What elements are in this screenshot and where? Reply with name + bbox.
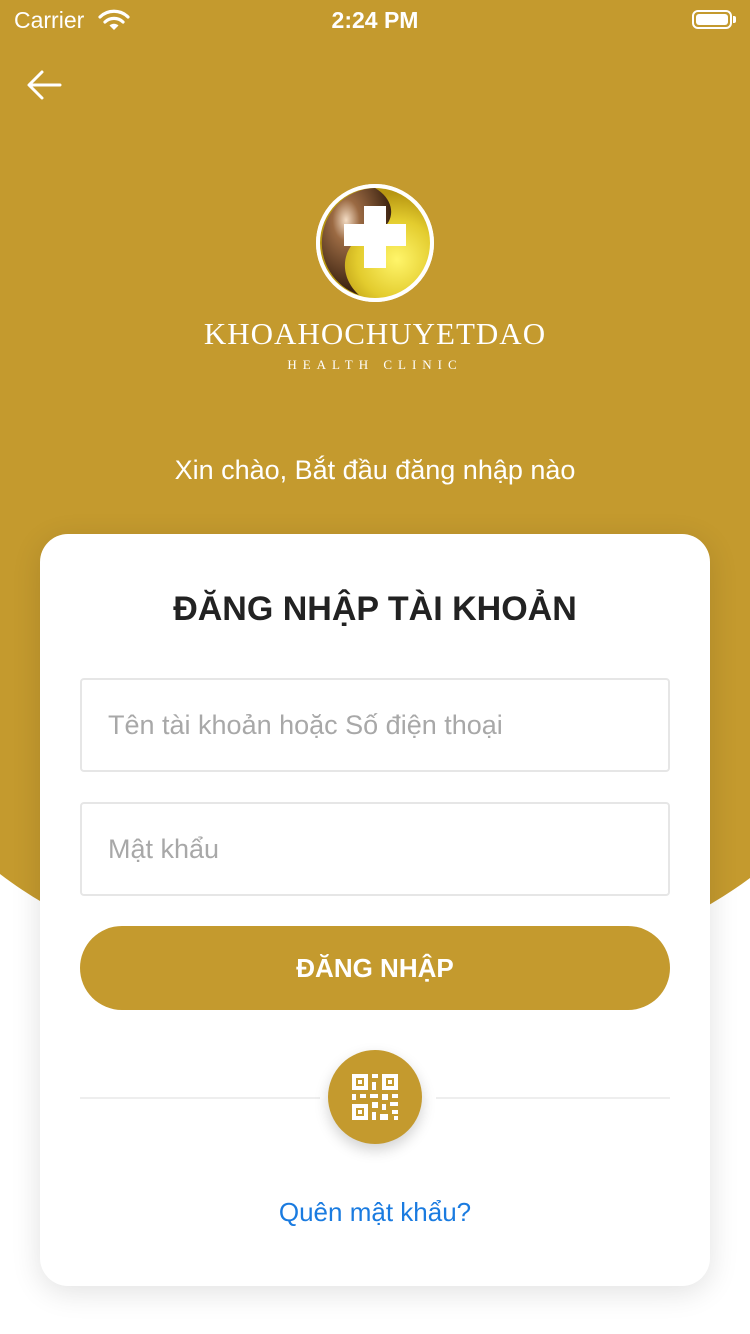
password-input[interactable] xyxy=(80,802,670,896)
divider-left xyxy=(80,1097,320,1099)
battery-icon xyxy=(692,10,736,29)
clock: 2:24 PM xyxy=(331,7,419,33)
login-title: ĐĂNG NHẬP TÀI KHOẢN xyxy=(173,590,577,628)
status-bar: Carrier 2:24 PM xyxy=(0,0,750,40)
forgot-password-link[interactable]: Quên mật khẩu? xyxy=(40,1197,710,1228)
divider-right xyxy=(436,1097,670,1099)
greeting-text: Xin chào, Bắt đầu đăng nhập nào xyxy=(174,455,576,485)
clinic-logo xyxy=(314,182,436,304)
qr-code-icon xyxy=(352,1074,398,1120)
login-card: ĐĂNG NHẬP TÀI KHOẢN ĐĂNG NHẬP xyxy=(40,534,710,1286)
qr-login-button[interactable] xyxy=(328,1050,422,1144)
back-button[interactable] xyxy=(22,62,68,108)
brand-name: KHOAHOCHUYETDAO xyxy=(203,316,547,351)
arrow-left-icon xyxy=(27,70,62,100)
login-button[interactable]: ĐĂNG NHẬP xyxy=(80,926,670,1010)
brand-subtitle: HEALTH CLINIC xyxy=(287,357,463,372)
username-input[interactable] xyxy=(80,678,670,772)
